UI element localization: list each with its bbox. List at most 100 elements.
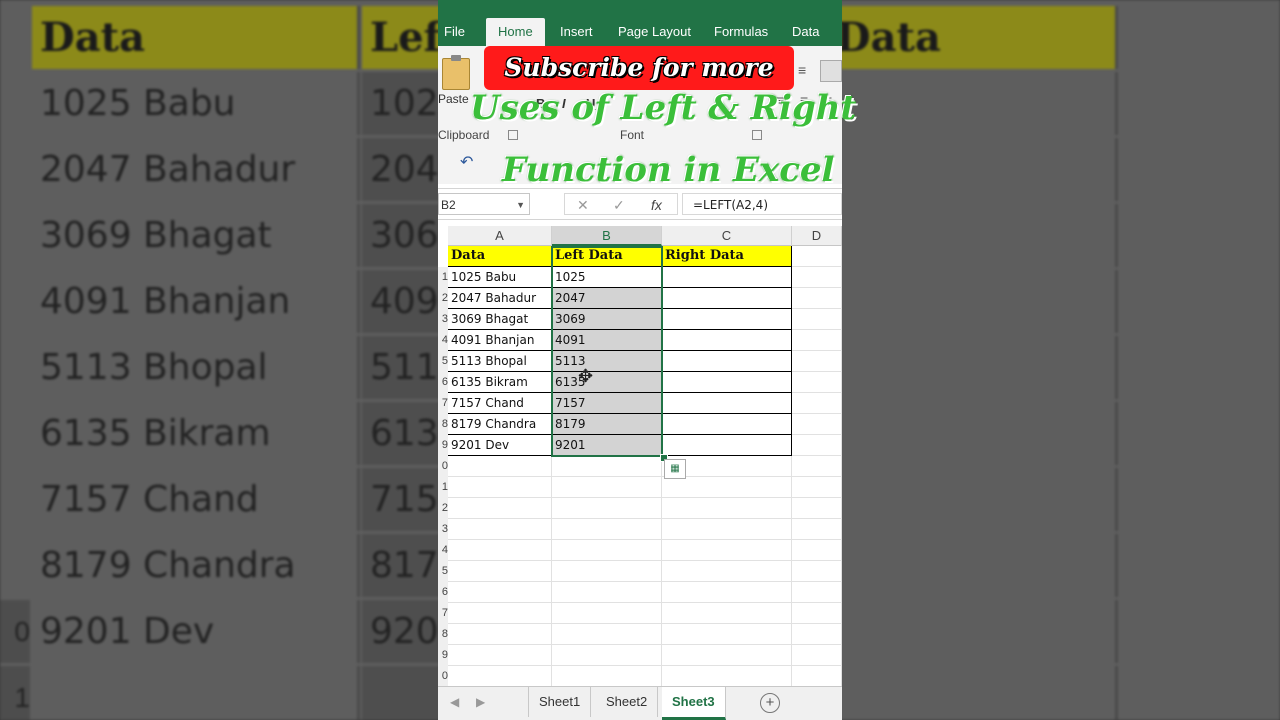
cell-empty[interactable]: [662, 645, 792, 666]
cell-empty[interactable]: [792, 603, 842, 624]
cell-empty[interactable]: [662, 540, 792, 561]
cell-empty[interactable]: [792, 582, 842, 603]
cell-empty[interactable]: [552, 603, 662, 624]
insert-function-icon[interactable]: fx: [651, 194, 662, 216]
row-header[interactable]: 1: [438, 267, 448, 288]
tab-insert[interactable]: Insert: [554, 18, 599, 46]
row-header[interactable]: 1: [438, 477, 448, 498]
cell-empty[interactable]: [552, 477, 662, 498]
row-header[interactable]: 9: [438, 435, 448, 456]
cell-empty[interactable]: [448, 645, 552, 666]
column-header-c[interactable]: C: [662, 226, 792, 246]
cell-b[interactable]: 9201: [552, 435, 662, 456]
cell-b[interactable]: 8179: [552, 414, 662, 435]
paste-icon[interactable]: [442, 55, 470, 90]
cell-d[interactable]: [792, 288, 842, 309]
cell-d[interactable]: [792, 246, 842, 267]
cell-a1[interactable]: Data: [448, 246, 552, 267]
cell-d[interactable]: [792, 330, 842, 351]
tab-data[interactable]: Data: [786, 18, 825, 46]
column-header-d[interactable]: D: [792, 226, 842, 246]
cell-empty[interactable]: [448, 540, 552, 561]
cell-a[interactable]: 9201 Dev: [448, 435, 552, 456]
column-header-a[interactable]: A: [448, 226, 552, 246]
add-sheet-icon[interactable]: +: [760, 693, 780, 713]
cell-c[interactable]: [662, 330, 792, 351]
tab-file[interactable]: File: [438, 18, 471, 46]
cell-c[interactable]: [662, 351, 792, 372]
cell-a[interactable]: 4091 Bhanjan: [448, 330, 552, 351]
tab-formulas[interactable]: Formulas: [708, 18, 774, 46]
formula-input[interactable]: =LEFT(A2,4): [682, 193, 842, 215]
cell-d[interactable]: [792, 414, 842, 435]
cell-empty[interactable]: [552, 540, 662, 561]
cell-b[interactable]: 1025: [552, 267, 662, 288]
paste-label[interactable]: Paste: [438, 92, 469, 106]
cell-empty[interactable]: [448, 582, 552, 603]
worksheet-grid[interactable]: A B C D Data Left Data Right Data 1025 B…: [438, 226, 842, 687]
row-header[interactable]: 6: [438, 372, 448, 393]
cell-empty[interactable]: [662, 498, 792, 519]
cell-empty[interactable]: [792, 519, 842, 540]
cell-a[interactable]: 5113 Bhopal: [448, 351, 552, 372]
cell-empty[interactable]: [662, 582, 792, 603]
cell-d[interactable]: [792, 372, 842, 393]
cell-b[interactable]: 5113: [552, 351, 662, 372]
cell-a[interactable]: 1025 Babu: [448, 267, 552, 288]
cell-a[interactable]: 6135 Bikram: [448, 372, 552, 393]
cell-d[interactable]: [792, 351, 842, 372]
cell-empty[interactable]: [662, 519, 792, 540]
cell-empty[interactable]: [662, 561, 792, 582]
cell-empty[interactable]: [448, 477, 552, 498]
cell-c[interactable]: [662, 267, 792, 288]
row-header[interactable]: 7: [438, 603, 448, 624]
enter-icon[interactable]: ✓: [613, 194, 625, 216]
cell-empty[interactable]: [552, 519, 662, 540]
cell-empty[interactable]: [792, 645, 842, 666]
cell-empty[interactable]: [448, 666, 552, 687]
row-header[interactable]: 8: [438, 624, 448, 645]
row-header[interactable]: 0: [438, 456, 448, 477]
cell-empty[interactable]: [448, 561, 552, 582]
cell-empty[interactable]: [552, 498, 662, 519]
name-box[interactable]: B2 ▼: [438, 193, 530, 215]
cell-empty[interactable]: [552, 624, 662, 645]
cell-d[interactable]: [792, 393, 842, 414]
cell-a[interactable]: 2047 Bahadur: [448, 288, 552, 309]
cell-empty[interactable]: [792, 477, 842, 498]
row-header[interactable]: 7: [438, 393, 448, 414]
cell-empty[interactable]: [552, 561, 662, 582]
cell-empty[interactable]: [792, 561, 842, 582]
tab-home[interactable]: Home: [486, 18, 545, 46]
cell-b[interactable]: 6135: [552, 372, 662, 393]
cell-empty[interactable]: [792, 666, 842, 687]
cell-empty[interactable]: [552, 645, 662, 666]
column-header-b[interactable]: B: [552, 226, 662, 246]
row-header[interactable]: 5: [438, 351, 448, 372]
cell-empty[interactable]: [448, 456, 552, 477]
tab-page-layout[interactable]: Page Layout: [612, 18, 697, 46]
sheet-tab-2[interactable]: Sheet2: [596, 687, 659, 717]
prev-sheet-icon[interactable]: ◀: [450, 695, 459, 709]
row-header[interactable]: 5: [438, 561, 448, 582]
cell-d[interactable]: [792, 435, 842, 456]
cancel-icon[interactable]: ✕: [577, 194, 589, 216]
row-header[interactable]: 3: [438, 519, 448, 540]
cell-empty[interactable]: [662, 666, 792, 687]
chevron-down-icon[interactable]: ▼: [516, 194, 525, 216]
row-header[interactable]: 0: [438, 666, 448, 687]
cell-empty[interactable]: [662, 603, 792, 624]
cell-d[interactable]: [792, 309, 842, 330]
row-header[interactable]: 9: [438, 645, 448, 666]
cell-c[interactable]: [662, 414, 792, 435]
cell-a[interactable]: 7157 Chand: [448, 393, 552, 414]
undo-icon[interactable]: ↶: [460, 152, 473, 172]
cell-c1[interactable]: Right Data: [662, 246, 792, 267]
sheet-tab-3[interactable]: Sheet3: [662, 687, 726, 720]
cell-c[interactable]: [662, 435, 792, 456]
cell-a[interactable]: 3069 Bhagat: [448, 309, 552, 330]
font-launcher-icon[interactable]: [752, 130, 762, 140]
cell-empty[interactable]: [448, 624, 552, 645]
row-header[interactable]: 6: [438, 582, 448, 603]
cell-b[interactable]: 7157: [552, 393, 662, 414]
